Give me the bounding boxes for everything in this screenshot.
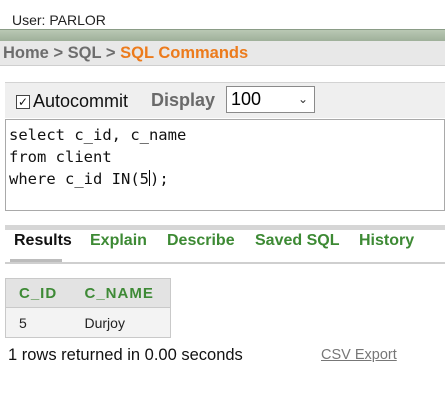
breadcrumb-separator: > [53,44,64,62]
autocommit-label: Autocommit [33,91,129,111]
sql-editor[interactable]: select c_id, c_name from client where c_… [5,119,445,211]
breadcrumb-sql-link[interactable]: SQL [68,44,102,62]
sql-line-3-tail: ); [149,170,169,188]
table-cell: Durjoy [71,307,171,338]
display-rows-value: 100 [231,89,262,109]
tab-history[interactable]: History [359,232,414,250]
autocommit-toggle[interactable]: ✓ Autocommit [16,91,128,112]
display-label: Display [151,90,216,110]
sql-line-2: from client [9,148,112,166]
display-rows-select[interactable]: 100 ⌄ [226,86,315,113]
sql-line-1: select c_id, c_name [9,126,187,144]
sql-line-3: where c_id IN(5 [9,170,149,188]
chevron-down-icon: ⌄ [297,92,308,106]
tab-describe[interactable]: Describe [167,232,235,250]
tabs-bottom-divider [5,262,445,264]
autocommit-checkbox[interactable]: ✓ [16,94,30,109]
rows-returned-status: 1 rows returned in 0.00 seconds [8,346,243,364]
breadcrumb-home-link[interactable]: Home [3,44,49,62]
breadcrumb: Home > SQL > SQL Commands [0,41,445,66]
tab-results[interactable]: Results [14,232,72,250]
tab-saved-sql[interactable]: Saved SQL [255,232,339,250]
table-cell: 5 [5,307,72,338]
command-toolbar: ✓ Autocommit Display 100 ⌄ [5,82,445,118]
table-header-row: C_ID C_NAME [5,278,171,308]
tab-explain[interactable]: Explain [90,232,147,250]
results-table: C_ID C_NAME 5 Durjoy [5,278,171,338]
breadcrumb-separator: > [105,44,116,62]
column-header-c-id: C_ID [5,278,72,308]
tabs-divider [5,225,445,230]
table-row: 5 Durjoy [5,307,171,338]
column-header-c-name: C_NAME [71,278,171,308]
breadcrumb-current-page: SQL Commands [120,44,249,62]
user-label: User: PARLOR [12,12,106,28]
results-tabs: Results Explain Describe Saved SQL Histo… [5,232,445,262]
csv-export-link[interactable]: CSV Export [321,347,397,363]
header-bar [0,29,445,41]
